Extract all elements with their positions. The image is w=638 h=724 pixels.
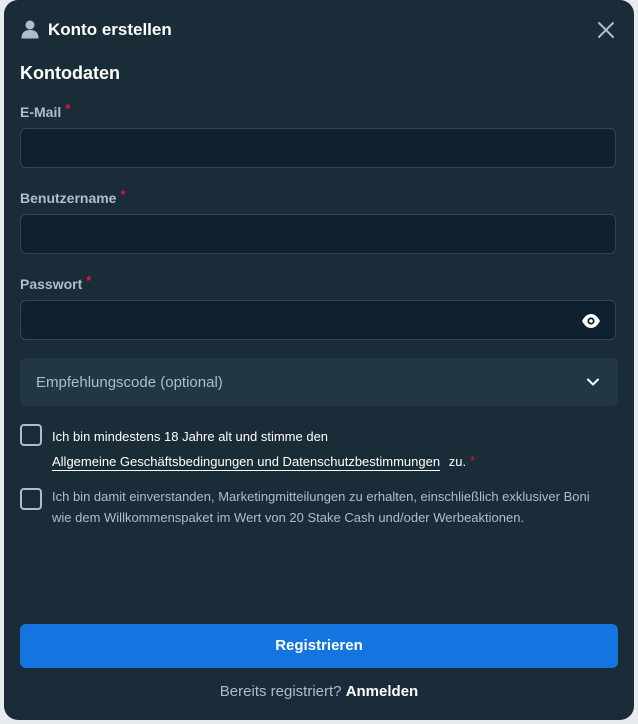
eye-icon[interactable] bbox=[581, 312, 601, 330]
modal-title: Konto erstellen bbox=[48, 20, 172, 39]
email-field[interactable] bbox=[21, 129, 615, 167]
login-link[interactable]: Anmelden bbox=[346, 683, 419, 700]
age-terms-text: Ich bin mindestens 18 Jahre alt und stim… bbox=[52, 426, 475, 472]
section-title: Kontodaten bbox=[20, 63, 120, 83]
modal-header: Konto erstellen bbox=[20, 16, 618, 46]
chevron-down-icon bbox=[587, 378, 599, 386]
password-field[interactable] bbox=[21, 301, 615, 339]
create-account-modal: Konto erstellen Kontodaten E-Mail * Benut… bbox=[4, 0, 634, 720]
login-prompt: Bereits registriert? Anmelden bbox=[4, 683, 634, 700]
already-registered-text: Bereits registriert? bbox=[219, 683, 342, 700]
password-label-text: Passwort bbox=[20, 276, 83, 292]
age-terms-checkbox[interactable] bbox=[20, 424, 42, 446]
age-terms-suffix: zu. bbox=[448, 454, 467, 469]
age-terms-line1: Ich bin mindestens 18 Jahre alt und stim… bbox=[52, 429, 329, 444]
register-button[interactable]: Registrieren bbox=[20, 624, 618, 668]
password-field-wrapper bbox=[20, 300, 616, 340]
user-icon bbox=[21, 20, 39, 39]
marketing-checkbox[interactable] bbox=[20, 488, 42, 510]
marketing-consent-text: Ich bin damit einverstanden, Marketingmi… bbox=[52, 489, 590, 525]
email-field-wrapper bbox=[20, 128, 616, 168]
username-label-text: Benutzername bbox=[20, 190, 117, 206]
required-marker: * bbox=[86, 273, 92, 288]
username-field[interactable] bbox=[21, 215, 615, 253]
password-label: Passwort * bbox=[20, 273, 92, 292]
age-terms-line2: Allgemeine Geschäftsbedingungen und Date… bbox=[52, 451, 475, 472]
required-marker: * bbox=[470, 453, 476, 468]
terms-link[interactable]: Allgemeine Geschäftsbedingungen und Date… bbox=[52, 454, 440, 469]
referral-code-toggle[interactable]: Empfehlungscode (optional) bbox=[20, 358, 618, 406]
username-label: Benutzername * bbox=[20, 187, 126, 206]
close-icon[interactable] bbox=[594, 18, 618, 42]
referral-code-label: Empfehlungscode (optional) bbox=[36, 374, 223, 391]
email-label: E-Mail * bbox=[20, 101, 71, 120]
required-marker: * bbox=[120, 187, 126, 202]
required-marker: * bbox=[65, 101, 71, 116]
username-field-wrapper bbox=[20, 214, 616, 254]
email-label-text: E-Mail bbox=[20, 104, 62, 120]
